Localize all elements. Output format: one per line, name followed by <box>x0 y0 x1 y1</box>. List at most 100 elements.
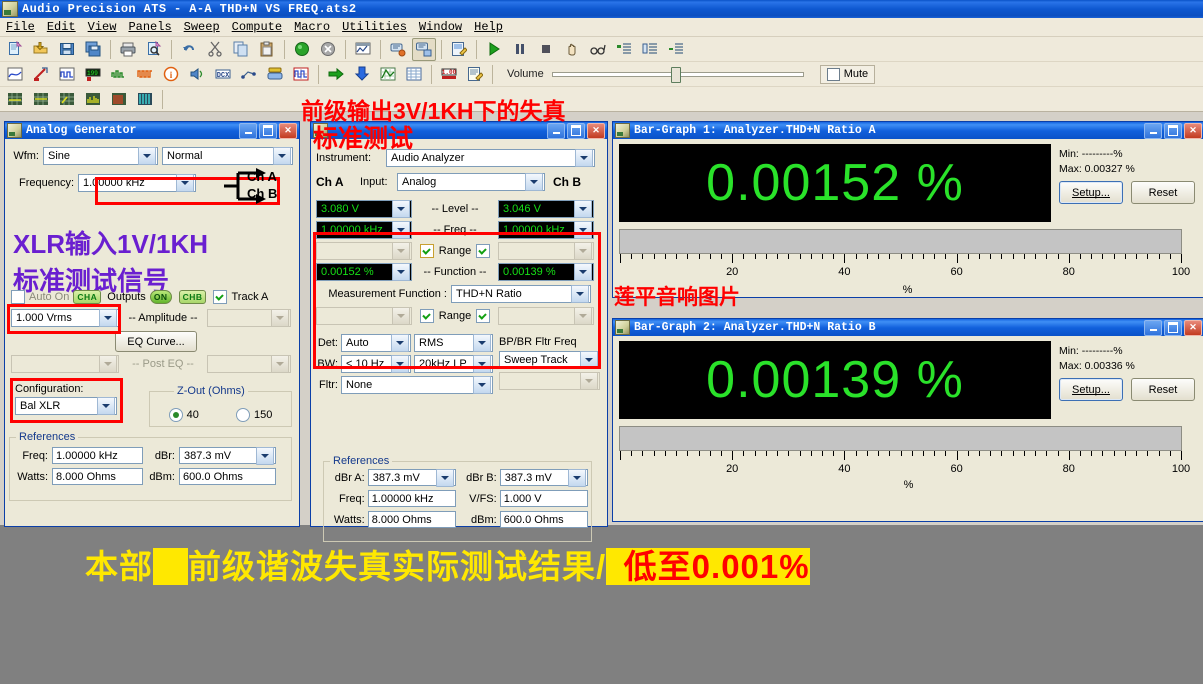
mode-combo[interactable]: Normal <box>162 147 293 165</box>
sweep-preset-2-icon[interactable] <box>29 88 53 111</box>
dbr-b-combo[interactable]: 387.3 mV <box>499 468 588 487</box>
chevron-down-icon[interactable] <box>273 147 291 165</box>
chevron-down-icon[interactable] <box>392 200 410 218</box>
sweep-preset-1-icon[interactable] <box>3 88 27 111</box>
menubar[interactable]: File Edit View Panels Sweep Compute Macr… <box>0 18 1203 37</box>
window-buttons[interactable]: ✕ <box>1144 319 1203 336</box>
range1-a-combo[interactable] <box>316 242 412 260</box>
chevron-down-icon[interactable] <box>392 242 410 260</box>
frequency-combo[interactable]: 1.00000 kHz <box>78 174 196 192</box>
graph-window-icon[interactable] <box>351 38 375 61</box>
chevron-down-icon[interactable] <box>391 355 409 373</box>
save-file-icon[interactable] <box>55 38 79 61</box>
copy-icon[interactable] <box>229 38 253 61</box>
chevron-down-icon[interactable] <box>436 468 454 487</box>
track-a-checkbox[interactable] <box>213 290 228 304</box>
stop-gray-icon[interactable] <box>316 38 340 61</box>
cha-badge[interactable]: CHA <box>73 290 102 304</box>
mute-checkbox[interactable] <box>826 67 840 81</box>
graph-data-icon[interactable] <box>376 63 400 86</box>
volume-slider[interactable] <box>551 66 804 83</box>
menu-utilities[interactable]: Utilities <box>336 20 413 34</box>
instrument-combo[interactable]: Audio Analyzer <box>386 149 595 167</box>
menu-help[interactable]: Help <box>468 20 509 34</box>
bw-lp-combo[interactable]: 20kHz LP <box>414 355 493 373</box>
maximize-button[interactable] <box>1164 319 1182 336</box>
stop-icon[interactable] <box>534 38 558 61</box>
menu-view[interactable]: View <box>82 20 123 34</box>
close-button[interactable]: ✕ <box>279 122 297 139</box>
glasses-icon[interactable] <box>586 38 610 61</box>
level-b-readout[interactable]: 3.046 V <box>498 200 594 218</box>
fltr-combo[interactable]: None <box>341 376 493 394</box>
ref-freq-field[interactable]: 1.00000 kHz <box>52 447 143 464</box>
generator-icon[interactable] <box>29 63 53 86</box>
analyzer-icon[interactable]: 199 <box>81 63 105 86</box>
bpbr-second-combo[interactable] <box>499 372 600 390</box>
chevron-down-icon[interactable] <box>574 221 592 239</box>
maximize-button[interactable] <box>567 122 585 139</box>
menu-macro[interactable]: Macro <box>288 20 336 34</box>
det-mode-combo[interactable]: RMS <box>414 334 493 352</box>
analog-generator-titlebar[interactable]: Analog Generator ✕ <box>5 122 299 139</box>
save-all-icon[interactable] <box>81 38 105 61</box>
chevron-down-icon[interactable] <box>473 334 491 352</box>
chevron-down-icon[interactable] <box>580 351 598 369</box>
chevron-down-icon[interactable] <box>580 372 598 390</box>
amplitude-b-combo[interactable] <box>207 309 291 327</box>
zout-radio-150[interactable] <box>236 408 251 422</box>
pause-icon[interactable] <box>508 38 532 61</box>
sweep-graph-icon[interactable] <box>3 63 27 86</box>
sweep-preset-5-icon[interactable] <box>107 88 131 111</box>
range2-b-checkbox[interactable] <box>476 309 491 323</box>
import-down-icon[interactable] <box>350 63 374 86</box>
vfs-field[interactable]: 1.000 V <box>499 490 588 507</box>
menu-compute[interactable]: Compute <box>226 20 288 34</box>
outputs-on-badge[interactable]: ON <box>149 290 172 304</box>
edit-report-icon[interactable] <box>447 38 471 61</box>
table-icon[interactable] <box>402 63 426 86</box>
comment-panel-icon[interactable] <box>412 37 436 61</box>
waveform-display-icon[interactable] <box>289 63 313 86</box>
eq-curve-button[interactable]: EQ Curve... <box>115 331 197 352</box>
mute-toggle[interactable]: Mute <box>819 64 876 84</box>
chevron-down-icon[interactable] <box>575 149 593 167</box>
bargraph-2-window[interactable]: Bar-Graph 2: Analyzer.THD+N Ratio B ✕ 0.… <box>612 318 1203 522</box>
hand-icon[interactable] <box>560 38 584 61</box>
ref-dbm-field[interactable]: 600.0 Ohms <box>179 468 276 485</box>
bargraph-1-titlebar[interactable]: Bar-Graph 1: Analyzer.THD+N Ratio A ✕ <box>613 122 1203 139</box>
sweep-preset-6-icon[interactable] <box>133 88 157 111</box>
digital-analyzer-icon[interactable] <box>107 63 131 86</box>
analyzer-freq-field[interactable]: 1.00000 kHz <box>367 490 456 507</box>
chevron-down-icon[interactable] <box>271 309 289 327</box>
range1-a-checkbox[interactable] <box>419 244 434 258</box>
print-icon[interactable] <box>116 38 140 61</box>
range1-b-combo[interactable] <box>498 242 594 260</box>
zout-option-40[interactable]: 40 <box>168 408 199 422</box>
close-button[interactable]: ✕ <box>1184 319 1202 336</box>
freq-a-readout[interactable]: 1.00000 kHz <box>316 221 412 239</box>
chevron-down-icon[interactable] <box>574 263 592 281</box>
chevron-down-icon[interactable] <box>568 468 586 487</box>
menu-panels[interactable]: Panels <box>122 20 177 34</box>
chevron-down-icon[interactable] <box>473 376 491 394</box>
chevron-down-icon[interactable] <box>571 285 589 303</box>
open-file-icon[interactable] <box>29 38 53 61</box>
function-a-readout[interactable]: 0.00152 % <box>316 263 412 281</box>
undo-icon[interactable] <box>177 38 201 61</box>
toolbar-row-standard[interactable] <box>0 37 1203 62</box>
det-combo[interactable]: Auto <box>341 334 411 352</box>
level-a-readout[interactable]: 3.080 V <box>316 200 412 218</box>
bargraph-2-reset-button[interactable]: Reset <box>1131 378 1195 401</box>
chevron-down-icon[interactable] <box>97 397 115 415</box>
range2-a-combo[interactable] <box>316 307 412 325</box>
bargraph-1-window[interactable]: Bar-Graph 1: Analyzer.THD+N Ratio A ✕ 0.… <box>612 121 1203 298</box>
go-green-icon[interactable] <box>290 38 314 61</box>
menu-edit[interactable]: Edit <box>41 20 82 34</box>
range2-a-checkbox[interactable] <box>419 309 434 323</box>
run-icon[interactable] <box>482 38 506 61</box>
chevron-down-icon[interactable] <box>574 307 592 325</box>
chevron-down-icon[interactable] <box>138 147 156 165</box>
chevron-down-icon[interactable] <box>525 173 543 191</box>
close-button[interactable]: ✕ <box>587 122 605 139</box>
